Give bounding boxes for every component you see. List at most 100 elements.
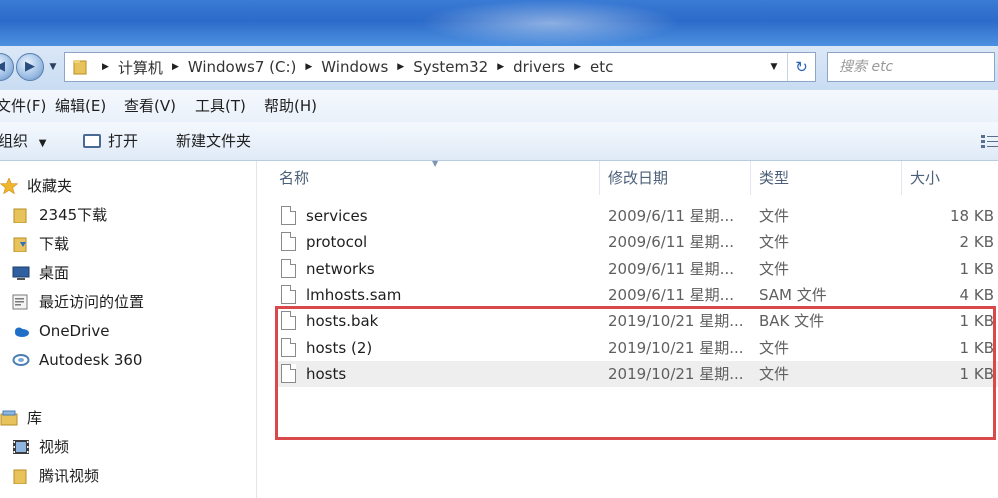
file-row-services[interactable]: services 2009/6/11 星期... 文件 18 KB — [277, 203, 998, 229]
titlebar-glow — [420, 0, 680, 46]
breadcrumb: ▶ 计算机 ▶ Windows7 (C:) ▶ Windows ▶ System… — [93, 53, 613, 81]
file-date: 2019/10/21 星期... — [608, 365, 744, 383]
file-name: lmhosts.sam — [306, 286, 402, 304]
breadcrumb-drive-c[interactable]: Windows7 (C:) — [188, 58, 297, 76]
nav-libraries[interactable]: 库 — [0, 405, 250, 431]
nav-item-downloads[interactable]: 下载 — [0, 231, 250, 257]
nav-item-onedrive[interactable]: OneDrive — [0, 318, 250, 344]
file-type: 文件 — [759, 260, 790, 278]
file-size: 18 KB — [950, 207, 994, 225]
recent-pages-dropdown-icon[interactable]: ▼ — [46, 56, 60, 78]
breadcrumb-computer[interactable]: 计算机 — [118, 57, 163, 78]
back-button[interactable]: ◀ — [0, 53, 14, 81]
chevron-right-icon[interactable]: ▶ — [574, 62, 581, 72]
breadcrumb-etc[interactable]: etc — [590, 58, 613, 76]
file-size: 2 KB — [959, 233, 994, 251]
library-icon — [0, 410, 18, 426]
file-size: 1 KB — [959, 339, 994, 357]
file-icon — [281, 259, 296, 278]
breadcrumb-windows[interactable]: Windows — [321, 58, 388, 76]
column-header-date[interactable]: 修改日期 — [608, 161, 668, 195]
nav-item-label: 最近访问的位置 — [39, 293, 145, 311]
file-row-hosts[interactable]: hosts 2019/10/21 星期... 文件 1 KB — [277, 361, 998, 387]
nav-item-label: 下载 — [39, 235, 70, 253]
file-type: 文件 — [759, 233, 790, 251]
organize-label: 组织 — [0, 132, 29, 150]
file-date: 2019/10/21 星期... — [608, 339, 744, 357]
nav-item-label: 腾讯视频 — [39, 467, 100, 485]
file-icon — [281, 285, 296, 304]
new-folder-button[interactable]: 新建文件夹 — [176, 122, 251, 160]
breadcrumb-system32[interactable]: System32 — [413, 58, 488, 76]
chevron-right-icon[interactable]: ▶ — [172, 62, 179, 72]
address-history-dropdown-icon[interactable]: ▼ — [767, 53, 781, 81]
file-row-hosts-2[interactable]: hosts (2) 2019/10/21 星期... 文件 1 KB — [277, 335, 998, 361]
file-name: hosts — [306, 365, 347, 383]
menu-help[interactable]: 帮助(H) — [264, 90, 317, 122]
nav-item-recent-places[interactable]: 最近访问的位置 — [0, 289, 250, 315]
desktop-icon — [12, 266, 30, 280]
menu-tools[interactable]: 工具(T) — [195, 90, 246, 122]
nav-item-videos[interactable]: 视频 — [0, 434, 250, 460]
nav-libraries-label: 库 — [27, 409, 43, 427]
nav-favorites[interactable]: 收藏夹 — [0, 173, 250, 199]
file-type: SAM 文件 — [759, 286, 827, 304]
column-divider[interactable] — [750, 161, 751, 195]
file-name: hosts (2) — [306, 339, 373, 357]
file-icon — [281, 311, 296, 330]
column-divider[interactable] — [901, 161, 902, 195]
star-icon — [0, 178, 18, 194]
autodesk-360-icon — [12, 354, 30, 366]
file-row-hosts-bak[interactable]: hosts.bak 2019/10/21 星期... BAK 文件 1 KB — [277, 308, 998, 334]
folder-icon — [13, 469, 27, 484]
file-icon — [281, 338, 296, 357]
column-header-type[interactable]: 类型 — [759, 161, 789, 195]
nav-item-2345-downloads[interactable]: 2345下载 — [0, 202, 250, 228]
menu-view[interactable]: 查看(V) — [124, 90, 176, 122]
chevron-right-icon[interactable]: ▶ — [305, 62, 312, 72]
column-divider[interactable] — [599, 161, 600, 195]
file-size: 4 KB — [959, 286, 994, 304]
file-icon — [281, 364, 296, 383]
file-icon — [281, 232, 296, 251]
view-options-icon[interactable] — [980, 133, 998, 149]
column-header-size[interactable]: 大小 — [910, 161, 940, 195]
chevron-right-icon[interactable]: ▶ — [102, 62, 109, 72]
recent-places-icon — [12, 294, 28, 310]
menu-edit[interactable]: 编辑(E) — [55, 90, 106, 122]
chevron-down-icon: ▼ — [38, 138, 47, 149]
sort-ascending-icon: ▼ — [432, 159, 439, 168]
nav-item-desktop[interactable]: 桌面 — [0, 260, 250, 286]
address-bar[interactable]: ▶ 计算机 ▶ Windows7 (C:) ▶ Windows ▶ System… — [64, 52, 816, 82]
file-name: services — [306, 207, 368, 225]
organize-button[interactable]: 组织 ▼ — [0, 122, 47, 160]
nav-item-autodesk-360[interactable]: Autodesk 360 — [0, 347, 250, 373]
nav-item-label: OneDrive — [39, 322, 110, 340]
nav-item-label: Autodesk 360 — [39, 351, 143, 369]
column-header-name[interactable]: 名称 — [279, 161, 309, 195]
film-icon — [13, 440, 29, 454]
file-type: 文件 — [759, 207, 790, 225]
forward-button[interactable]: ▶ — [16, 53, 44, 81]
file-date: 2009/6/11 星期... — [608, 233, 734, 251]
search-input[interactable]: 搜索 etc — [827, 52, 995, 82]
chevron-right-icon[interactable]: ▶ — [397, 62, 404, 72]
file-date: 2009/6/11 星期... — [608, 207, 734, 225]
nav-item-label: 视频 — [39, 438, 70, 456]
file-row-networks[interactable]: networks 2009/6/11 星期... 文件 1 KB — [277, 256, 998, 282]
menu-file[interactable]: 文件(F) — [0, 90, 46, 122]
open-button[interactable]: 打开 — [108, 122, 138, 160]
file-size: 1 KB — [959, 365, 994, 383]
file-row-lmhosts-sam[interactable]: lmhosts.sam 2009/6/11 星期... SAM 文件 4 KB — [277, 282, 998, 308]
refresh-icon[interactable]: ↻ — [787, 53, 815, 81]
file-size: 1 KB — [959, 260, 994, 278]
chevron-right-icon[interactable]: ▶ — [497, 62, 504, 72]
folder-icon — [73, 60, 87, 75]
file-icon — [281, 206, 296, 225]
file-type: 文件 — [759, 339, 790, 357]
command-bar: 组织 ▼ 打开 新建文件夹 — [0, 122, 998, 161]
file-row-protocol[interactable]: protocol 2009/6/11 星期... 文件 2 KB — [277, 229, 998, 255]
nav-item-tencent-video[interactable]: 腾讯视频 — [0, 463, 250, 489]
download-folder-icon — [13, 237, 27, 252]
breadcrumb-drivers[interactable]: drivers — [513, 58, 565, 76]
